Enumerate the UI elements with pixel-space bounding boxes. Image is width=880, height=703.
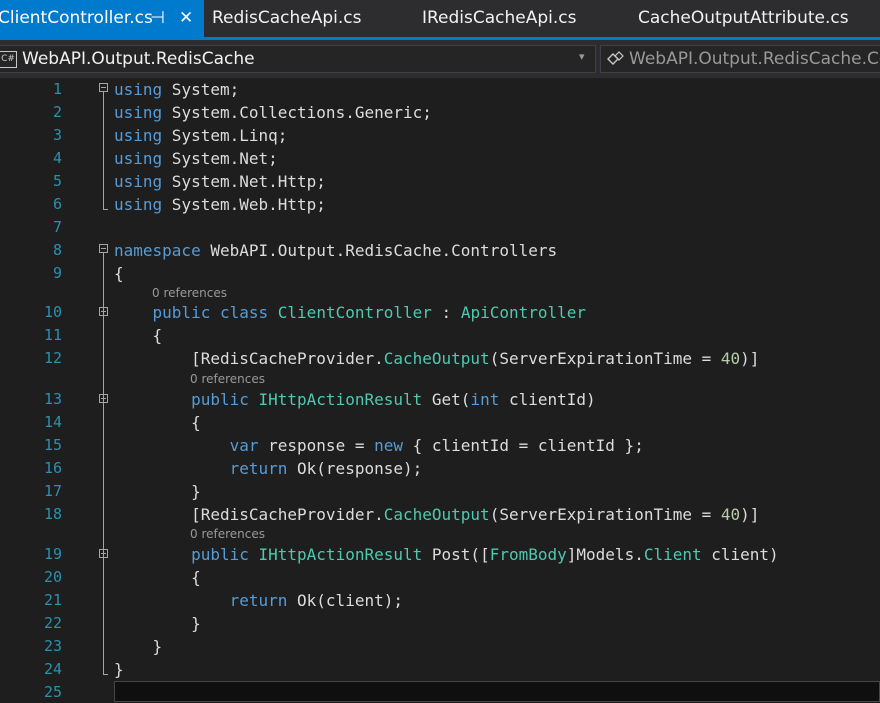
code-line[interactable]: 2 using System.Collections.Generic; (0, 101, 880, 124)
line-number: 23 (43, 637, 62, 655)
line-number: 11 (43, 326, 62, 344)
code-line[interactable]: 18 [RedisCacheProvider.CacheOutput(Serve… (0, 503, 880, 526)
code-line[interactable]: 15 var response = new { clientId = clien… (0, 434, 880, 457)
code-text[interactable]: } (114, 635, 163, 658)
line-number: 7 (52, 218, 62, 236)
code-line[interactable]: 20 { (0, 566, 880, 589)
code-line[interactable]: 6 using System.Web.Http; (0, 193, 880, 216)
code-lens-references[interactable]: 0 references (152, 286, 227, 301)
navigation-bar: C# WebAPI.Output.RedisCache ▾ WebAPI.Out… (0, 40, 880, 78)
code-line[interactable]: 9{ (0, 262, 880, 285)
project-dropdown[interactable]: C# WebAPI.Output.RedisCache ▾ (0, 45, 596, 73)
line-number: 14 (43, 413, 62, 431)
tab-label: ClientController.cs (0, 8, 153, 28)
line-number: 2 (52, 103, 62, 121)
csharp-project-icon: C# (0, 51, 17, 68)
line-number: 18 (43, 505, 62, 523)
code-text[interactable]: using System.Net; (114, 147, 278, 170)
line-number: 16 (43, 459, 62, 477)
code-line[interactable]: 7 (0, 216, 880, 239)
code-text[interactable]: } (114, 612, 201, 635)
line-number: 25 (43, 683, 62, 701)
code-text[interactable]: return Ok(response); (114, 457, 423, 480)
code-line[interactable]: 24} (0, 658, 880, 681)
type-dropdown[interactable]: WebAPI.Output.RedisCache.Cor (600, 45, 880, 73)
line-number: 12 (43, 349, 62, 367)
code-line[interactable]: 10 public class ClientController : ApiCo… (0, 301, 880, 324)
tab-label: CacheOutputAttribute.cs (638, 8, 849, 28)
code-text[interactable]: using System.Collections.Generic; (114, 101, 432, 124)
code-line[interactable]: 25 (0, 681, 880, 703)
code-line[interactable]: 23 } (0, 635, 880, 658)
code-text[interactable]: var response = new { clientId = clientId… (114, 434, 644, 457)
code-text[interactable]: [RedisCacheProvider.CacheOutput(ServerEx… (114, 347, 759, 370)
tab-irediscacheapi[interactable]: IRedisCacheApi.cs (410, 0, 620, 40)
tab-label: RedisCacheApi.cs (212, 8, 362, 28)
code-line[interactable]: 13 public IHttpActionResult Get(int clie… (0, 388, 880, 411)
code-text[interactable]: { (114, 566, 201, 589)
code-line[interactable]: 4 using System.Net; (0, 147, 880, 170)
tab-cacheoutputattribute[interactable]: CacheOutputAttribute.cs (626, 0, 880, 40)
line-number: 8 (52, 241, 62, 259)
line-number: 13 (43, 390, 62, 408)
code-editor[interactable]: 0 references 0 references 0 references 1… (0, 78, 880, 703)
code-line[interactable]: 8 namespace WebAPI.Output.RedisCache.Cont… (0, 239, 880, 262)
code-text[interactable]: { (114, 262, 124, 285)
line-number: 21 (43, 591, 62, 609)
line-number: 6 (52, 195, 62, 213)
code-text[interactable]: namespace WebAPI.Output.RedisCache.Contr… (114, 239, 557, 262)
line-number: 4 (52, 149, 62, 167)
code-text[interactable]: using System.Linq; (114, 124, 287, 147)
code-text[interactable]: return Ok(client); (114, 589, 403, 612)
line-number: 20 (43, 568, 62, 586)
line-number: 15 (43, 436, 62, 454)
code-text[interactable]: public IHttpActionResult Get(int clientI… (114, 388, 596, 411)
code-text[interactable]: { (114, 411, 201, 434)
line-number: 1 (52, 80, 62, 98)
code-line[interactable]: 12 [RedisCacheProvider.CacheOutput(Serve… (0, 347, 880, 370)
code-line[interactable]: 1 using System; (0, 78, 880, 101)
code-text[interactable]: using System.Net.Http; (114, 170, 326, 193)
code-line[interactable]: 11 { (0, 324, 880, 347)
code-line[interactable]: 14 { (0, 411, 880, 434)
code-text[interactable]: public class ClientController : ApiContr… (114, 301, 587, 324)
line-number: 24 (43, 660, 62, 678)
pin-icon[interactable]: ⊣ (150, 0, 165, 36)
code-lens-references[interactable]: 0 references (190, 527, 265, 542)
close-icon[interactable]: ✕ (179, 0, 193, 36)
code-line[interactable]: 17 } (0, 480, 880, 503)
project-name: WebAPI.Output.RedisCache (22, 49, 255, 69)
code-text[interactable]: { (114, 324, 163, 347)
line-number: 19 (43, 545, 62, 563)
tab-label: IRedisCacheApi.cs (422, 8, 577, 28)
code-lens-references[interactable]: 0 references (190, 372, 265, 387)
code-line[interactable]: 3 using System.Linq; (0, 124, 880, 147)
code-text[interactable]: public IHttpActionResult Post([FromBody]… (114, 543, 779, 566)
code-text[interactable]: using System; (114, 78, 239, 101)
tab-clientcontroller[interactable]: ClientController.cs ⊣ ✕ (0, 0, 204, 40)
code-text[interactable]: } (114, 480, 201, 503)
code-line[interactable]: 21 return Ok(client); (0, 589, 880, 612)
type-name: WebAPI.Output.RedisCache.Cor (629, 49, 880, 69)
code-text[interactable]: [RedisCacheProvider.CacheOutput(ServerEx… (114, 503, 759, 526)
line-number: 3 (52, 126, 62, 144)
code-line[interactable]: 5 using System.Net.Http; (0, 170, 880, 193)
line-number: 9 (52, 264, 62, 282)
code-text[interactable]: } (114, 658, 124, 681)
code-line[interactable]: 16 return Ok(response); (0, 457, 880, 480)
code-line[interactable]: 19 public IHttpActionResult Post([FromBo… (0, 543, 880, 566)
class-icon (606, 51, 624, 67)
line-number: 22 (43, 614, 62, 632)
code-text[interactable]: using System.Web.Http; (114, 193, 326, 216)
chevron-down-icon[interactable]: ▾ (579, 50, 585, 63)
line-number: 17 (43, 482, 62, 500)
tab-rediscacheapi[interactable]: RedisCacheApi.cs (204, 0, 404, 40)
line-number: 10 (43, 303, 62, 321)
code-line[interactable]: 22 } (0, 612, 880, 635)
line-number: 5 (52, 172, 62, 190)
document-tab-strip: ClientController.cs ⊣ ✕ RedisCacheApi.cs… (0, 0, 880, 40)
